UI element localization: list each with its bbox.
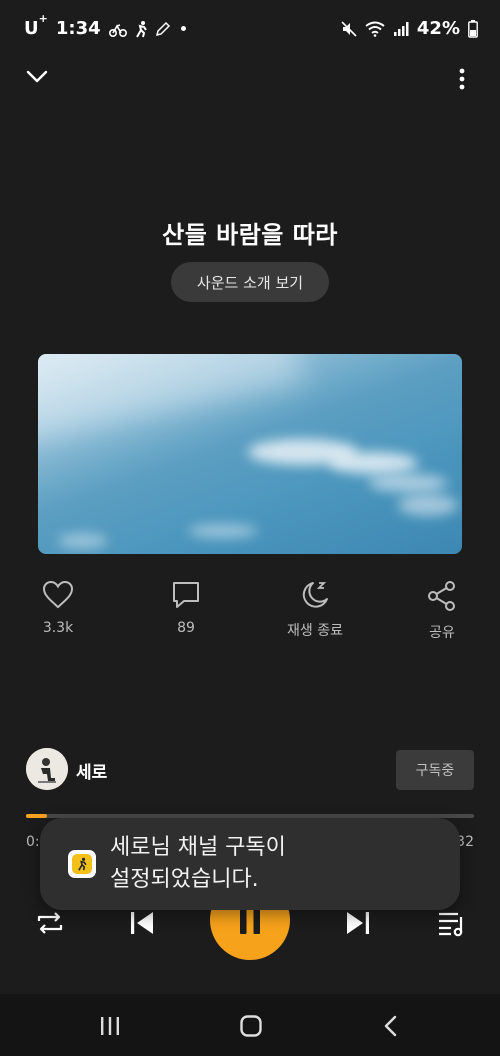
heart-icon	[42, 580, 74, 609]
comment-icon	[173, 582, 199, 608]
avatar-person-icon	[26, 748, 68, 790]
channel-name[interactable]: 세로	[76, 758, 107, 783]
like-action[interactable]: 3.3k	[8, 580, 108, 636]
status-bar-left: U+ 1:34	[24, 12, 186, 39]
share-action[interactable]: 공유	[392, 580, 492, 642]
comment-count: 89	[177, 620, 195, 636]
battery-icon	[468, 19, 478, 38]
channel-avatar[interactable]	[26, 748, 68, 790]
wifi-icon	[365, 21, 385, 37]
toast-line-1: 세로님 채널 구독이	[110, 835, 286, 860]
like-count: 3.3k	[42, 620, 74, 636]
skip-next-icon	[347, 912, 369, 934]
runner-icon	[135, 20, 147, 37]
sound-intro-button[interactable]: 사운드 소개 보기	[171, 262, 329, 302]
home-icon	[240, 1015, 262, 1037]
skip-previous-icon	[131, 912, 153, 934]
notification-icons	[108, 20, 186, 38]
subscribe-button[interactable]: 구독중	[396, 750, 474, 790]
recent-apps-icon	[101, 1017, 119, 1035]
playlist-icon	[439, 912, 463, 937]
signal-icon	[393, 21, 409, 36]
more-notifications-dot	[180, 26, 186, 31]
clock: 1:34	[55, 18, 101, 39]
app-icon	[68, 850, 96, 878]
runner-logo-icon	[78, 857, 87, 871]
home-button[interactable]	[221, 1008, 281, 1044]
progress-fill	[26, 814, 48, 818]
back-button[interactable]	[361, 1008, 421, 1044]
share-icon	[428, 581, 455, 611]
toast-message: 세로님 채널 구독이 설정되었습니다.	[110, 832, 286, 896]
mute-icon	[341, 20, 357, 37]
sleep-timer-label: 재생 종료	[287, 623, 343, 639]
carrier-label: U+	[24, 12, 48, 39]
pen-icon	[155, 21, 170, 36]
repeat-icon	[37, 912, 63, 934]
track-title: 산들 바람을 따라	[162, 221, 338, 249]
cover-image	[38, 354, 462, 554]
comment-action[interactable]: 89	[136, 580, 236, 636]
more-options-button[interactable]	[450, 64, 474, 94]
chevron-down-icon	[26, 70, 48, 83]
sleep-timer-icon	[302, 582, 328, 608]
battery-percent: 42%	[416, 18, 460, 39]
share-label: 공유	[429, 625, 455, 641]
subscribe-toast: 세로님 채널 구독이 설정되었습니다.	[40, 818, 460, 910]
sleep-timer-action[interactable]: 재생 종료	[265, 580, 365, 640]
toast-line-2: 설정되었습니다.	[110, 867, 259, 892]
back-icon	[384, 1015, 397, 1037]
recent-apps-button[interactable]	[80, 1008, 140, 1044]
bike-icon	[108, 23, 127, 37]
status-bar-right: 42%	[341, 18, 478, 39]
more-vertical-icon	[459, 68, 465, 90]
collapse-button[interactable]	[22, 62, 52, 92]
